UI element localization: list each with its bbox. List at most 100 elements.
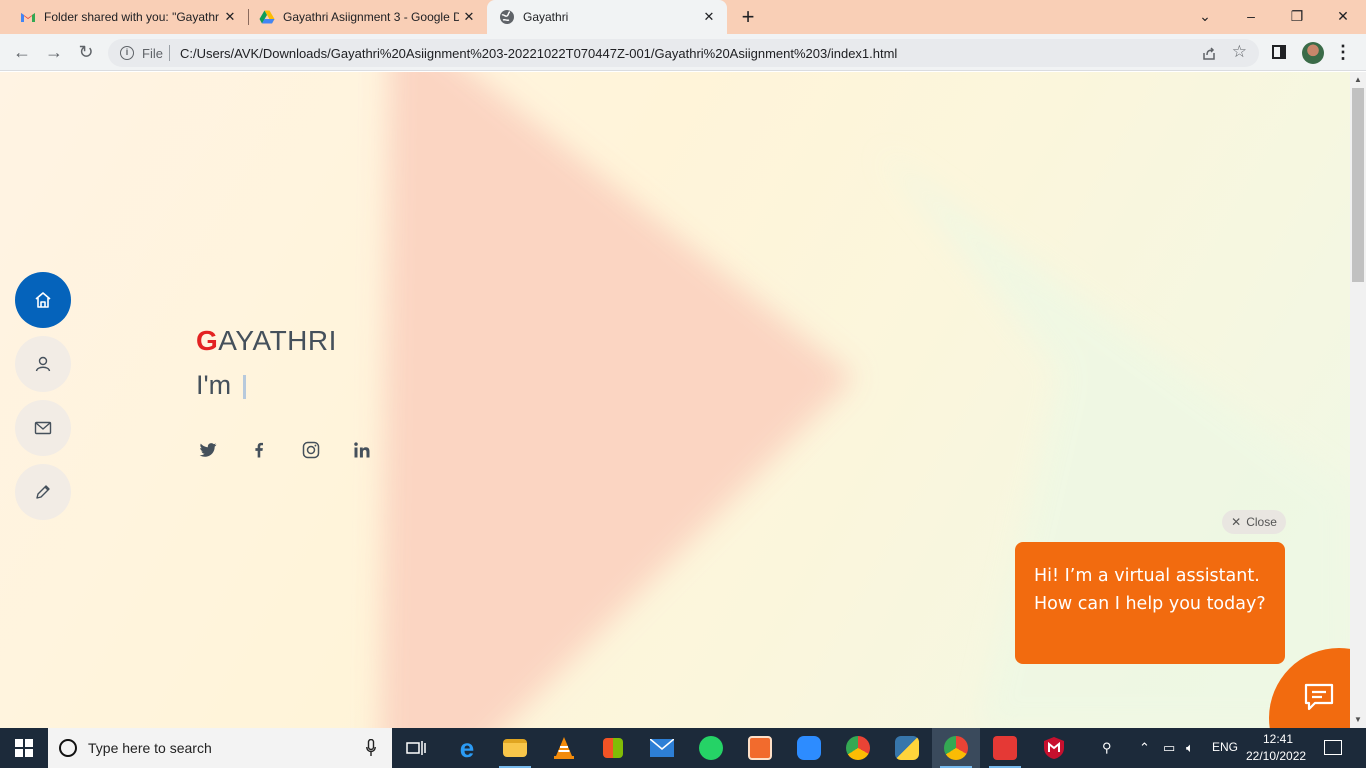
twitter-link[interactable] xyxy=(196,438,220,462)
tab-gayathri[interactable]: Gayathri ✕ xyxy=(487,0,727,34)
media-app-icon xyxy=(993,736,1017,760)
taskbar-search-box[interactable]: Type here to search xyxy=(48,728,392,768)
battery-icon[interactable]: ▭ xyxy=(1163,740,1175,756)
windows-taskbar: Type here to search e ⚲ ⌃ ▭ 🔈︎ ENG 12:41… xyxy=(0,728,1366,768)
tab-title: Folder shared with you: "Gayathr xyxy=(44,10,219,24)
globe-icon xyxy=(500,10,514,24)
tab-search-chevron-icon[interactable]: ⌄ xyxy=(1190,4,1220,28)
mail-icon xyxy=(650,739,674,757)
minimize-icon[interactable]: – xyxy=(1236,4,1266,28)
whatsapp-icon xyxy=(699,736,723,760)
taskbar-whatsapp[interactable] xyxy=(687,728,735,768)
window-close-icon[interactable]: ✕ xyxy=(1328,4,1358,28)
nav-about-button[interactable] xyxy=(15,336,71,392)
taskbar-app[interactable] xyxy=(736,728,784,768)
cortana-icon xyxy=(59,739,77,757)
linkedin-icon xyxy=(354,442,370,458)
tray-expand-chevron-icon[interactable]: ⌃ xyxy=(1139,740,1150,756)
microphone-icon[interactable] xyxy=(366,739,376,757)
instagram-link[interactable] xyxy=(299,438,323,462)
facebook-link[interactable] xyxy=(247,438,271,462)
nav-home-button[interactable] xyxy=(15,272,71,328)
taskbar-store[interactable] xyxy=(589,728,637,768)
zoom-icon xyxy=(797,736,821,760)
tab-gmail[interactable]: Folder shared with you: "Gayathr ✕ xyxy=(0,0,248,34)
forward-arrow-icon[interactable]: → xyxy=(44,42,64,62)
hero-typed-prefix: I'm xyxy=(196,370,232,400)
task-view-button[interactable] xyxy=(392,728,440,768)
reload-icon[interactable]: ↻ xyxy=(76,42,96,62)
home-icon xyxy=(35,292,51,308)
chat-close-button[interactable]: ✕ Close xyxy=(1222,510,1286,534)
taskbar-vlc[interactable] xyxy=(540,728,588,768)
chrome-icon xyxy=(846,736,870,760)
people-icon[interactable]: ⚲ xyxy=(1102,740,1112,756)
file-explorer-icon xyxy=(503,739,527,757)
facebook-icon xyxy=(255,442,263,458)
chat-greeting-bubble[interactable]: Hi! I’m a virtual assistant. How can I h… xyxy=(1015,542,1285,664)
tab-title: Gayathri xyxy=(523,10,569,24)
tab-title: Gayathri Asiignment 3 - Google D xyxy=(283,10,459,24)
share-icon[interactable] xyxy=(1201,45,1217,61)
scheme-label: File xyxy=(142,46,163,61)
page-scrollbar[interactable]: ▲ ▼ xyxy=(1350,72,1366,728)
taskbar-edge[interactable]: e xyxy=(443,728,491,768)
app-icon xyxy=(748,736,772,760)
task-view-icon xyxy=(406,741,426,755)
tab-close-icon[interactable]: ✕ xyxy=(701,9,717,25)
search-placeholder: Type here to search xyxy=(88,740,212,756)
taskbar-file-explorer[interactable] xyxy=(491,728,539,768)
new-tab-button[interactable]: + xyxy=(738,6,758,28)
chrome-icon xyxy=(944,736,968,760)
typing-cursor xyxy=(243,375,246,399)
nav-edit-button[interactable] xyxy=(15,464,71,520)
scroll-thumb[interactable] xyxy=(1352,88,1364,282)
page-viewport: GAYATHRI I'm ✕ Close Hi! I’m a virtual a… xyxy=(0,72,1350,728)
python-icon xyxy=(895,736,919,760)
tab-close-icon[interactable]: ✕ xyxy=(461,9,477,25)
address-divider xyxy=(169,45,170,61)
chat-greeting-text: Hi! I’m a virtual assistant. How can I h… xyxy=(1034,566,1266,614)
close-icon: ✕ xyxy=(1231,515,1242,529)
side-panel-icon[interactable] xyxy=(1272,45,1286,59)
language-indicator[interactable]: ENG xyxy=(1212,740,1238,754)
taskbar-chrome[interactable] xyxy=(834,728,882,768)
hero-name-initial: G xyxy=(196,325,219,356)
restore-icon[interactable]: ❐ xyxy=(1282,4,1312,28)
info-icon[interactable]: i xyxy=(120,46,134,60)
taskbar-python[interactable] xyxy=(883,728,931,768)
linkedin-link[interactable] xyxy=(350,438,374,462)
scroll-up-arrow-icon[interactable]: ▲ xyxy=(1353,75,1363,85)
clock-date[interactable]: 22/10/2022 xyxy=(1246,749,1306,763)
mcafee-icon xyxy=(1044,737,1064,759)
clock-time[interactable]: 12:41 xyxy=(1263,732,1293,746)
taskbar-mcafee[interactable] xyxy=(1030,728,1078,768)
volume-icon[interactable]: 🔈︎ xyxy=(1186,740,1194,756)
envelope-icon xyxy=(34,421,52,435)
taskbar-mail[interactable] xyxy=(638,728,686,768)
url-text[interactable]: C:/Users/AVK/Downloads/Gayathri%20Asiign… xyxy=(180,46,897,61)
nav-contact-button[interactable] xyxy=(15,400,71,456)
notifications-icon[interactable] xyxy=(1324,740,1342,755)
start-button[interactable] xyxy=(0,728,48,768)
profile-avatar[interactable] xyxy=(1302,42,1324,64)
hero-name: GAYATHRI xyxy=(196,325,337,357)
bookmark-star-icon[interactable]: ☆ xyxy=(1232,42,1247,62)
back-arrow-icon[interactable]: ← xyxy=(12,42,32,62)
address-bar[interactable]: i File C:/Users/AVK/Downloads/Gayathri%2… xyxy=(108,39,1259,67)
taskbar-zoom[interactable] xyxy=(785,728,833,768)
instagram-icon xyxy=(302,441,320,459)
more-menu-icon[interactable]: ⋮ xyxy=(1334,40,1352,64)
scroll-down-arrow-icon[interactable]: ▼ xyxy=(1353,715,1363,725)
vlc-icon xyxy=(554,737,574,759)
tab-google-drive[interactable]: Gayathri Asiignment 3 - Google D ✕ xyxy=(248,0,487,34)
pencil-icon xyxy=(36,485,50,499)
browser-toolbar: ← → ↻ i File C:/Users/AVK/Downloads/Gaya… xyxy=(0,34,1366,71)
hero-name-rest: AYATHRI xyxy=(218,325,337,356)
taskbar-media-app[interactable] xyxy=(981,728,1029,768)
person-icon xyxy=(35,356,51,372)
tab-close-icon[interactable]: ✕ xyxy=(222,9,238,25)
chat-icon xyxy=(1304,683,1334,711)
chat-close-label: Close xyxy=(1246,515,1277,529)
taskbar-chrome-active[interactable] xyxy=(932,728,980,768)
